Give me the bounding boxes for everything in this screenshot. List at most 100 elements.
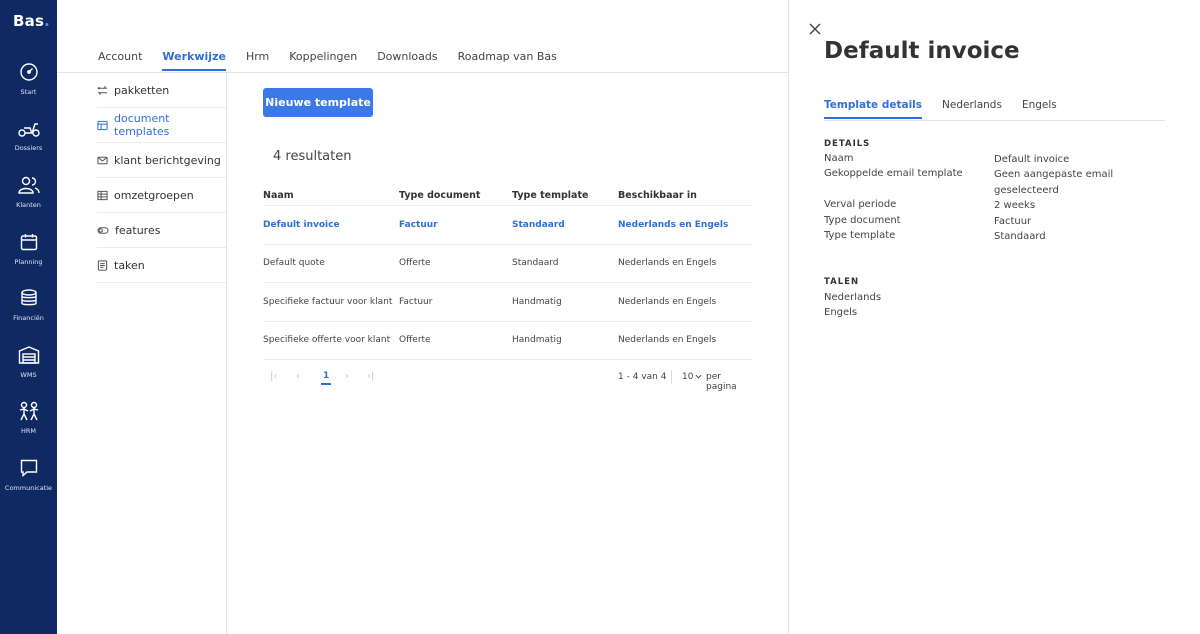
detail-value: 2 weeks	[994, 200, 1036, 211]
table-cell: Default invoice	[263, 219, 340, 230]
chat-icon	[20, 459, 37, 478]
chevron-down-icon	[695, 374, 702, 379]
column-header-type-document[interactable]: Type document	[399, 190, 512, 201]
table-icon	[97, 190, 108, 200]
subnav-label: features	[115, 223, 161, 237]
tab-nederlands[interactable]: Nederlands	[942, 99, 1002, 119]
subnav-label: document templates	[114, 112, 170, 138]
language-item: Engels	[824, 307, 858, 318]
table-cell: Standaard	[512, 258, 559, 269]
column-header-beschikbaar-in[interactable]: Beschikbaar in	[618, 190, 752, 201]
rail-item-dossiers[interactable]: Dossiers	[0, 118, 57, 152]
rail-item-wms[interactable]: WMS	[0, 345, 57, 379]
app-logo[interactable]: Bas.	[13, 12, 50, 30]
checklist-icon	[97, 259, 108, 271]
table-cell: Factuur	[399, 219, 438, 230]
tab-werkwijze[interactable]: Werkwijze	[162, 50, 226, 71]
languages-heading: TALEN	[824, 277, 860, 287]
detail-value: Geen aangepaste email geselecteerd	[994, 169, 1114, 196]
tab-template-details[interactable]: Template details	[824, 99, 923, 119]
subnav-item-features[interactable]: features	[97, 213, 226, 248]
panel-divider	[788, 0, 789, 634]
table-row[interactable]: Default quote Offerte Standaard Nederlan…	[263, 245, 752, 283]
rail-label: WMS	[20, 371, 37, 379]
subnav-label: taken	[114, 258, 145, 272]
table-cell: Nederlands en Engels	[618, 219, 729, 230]
tab-downloads[interactable]: Downloads	[377, 50, 437, 71]
rail-label: Financiën	[13, 314, 44, 322]
close-icon[interactable]	[808, 22, 822, 36]
subnav-item-omzetgroepen[interactable]: omzetgroepen	[97, 178, 226, 213]
toggle-icon	[97, 226, 109, 234]
tab-engels[interactable]: Engels	[1022, 99, 1057, 119]
rail-item-communicatie[interactable]: Communicatie	[0, 458, 57, 492]
rail-label: Start	[20, 88, 37, 96]
subnav-item-document-templates[interactable]: document templates	[97, 108, 226, 143]
table-cell: Standaard	[512, 219, 565, 230]
calendar-icon	[20, 234, 37, 251]
people-icon	[19, 401, 38, 421]
table-cell: Nederlands en Engels	[618, 335, 717, 346]
rail-label: Klanten	[16, 201, 41, 209]
detail-label: Type document	[824, 215, 901, 226]
pagination: |‹ ‹ 1 › ›| 1 - 4 van 4 10 per pagina	[263, 368, 752, 392]
rail-item-hrm[interactable]: HRM	[0, 401, 57, 435]
first-page-icon[interactable]: |‹	[270, 371, 277, 382]
rail-item-planning[interactable]: Planning	[0, 232, 57, 266]
detail-value: Default invoice	[994, 154, 1070, 165]
tab-koppelingen[interactable]: Koppelingen	[289, 50, 357, 71]
sub-navigation: pakketten document templates klant beric…	[97, 73, 226, 283]
table-cell: Nederlands en Engels	[618, 258, 717, 269]
new-template-button[interactable]: Nieuwe template	[263, 88, 373, 117]
table-cell: Specifieke offerte voor klant	[263, 335, 391, 346]
per-page-value: 10	[682, 372, 694, 382]
subnav-label: omzetgroepen	[114, 188, 194, 202]
coins-icon	[20, 289, 37, 306]
table-cell: Handmatig	[512, 335, 562, 346]
subnav-label: klant berichtgeving	[114, 153, 221, 167]
language-item: Nederlands	[824, 292, 882, 303]
table-cell: Offerte	[399, 335, 431, 346]
panel-tabs: Template details Nederlands Engels	[824, 99, 1077, 119]
subnav-item-pakketten[interactable]: pakketten	[97, 73, 226, 108]
details-heading: DETAILS	[824, 139, 871, 149]
users-icon	[17, 176, 40, 194]
table-row[interactable]: Specifieke factuur voor klant Factuur Ha…	[263, 283, 752, 322]
rail-label: Planning	[14, 258, 43, 266]
table-cell: Default quote	[263, 258, 325, 269]
panel-title: Default invoice	[824, 38, 1020, 64]
rail-item-start[interactable]: Start	[0, 62, 57, 96]
tab-hrm[interactable]: Hrm	[246, 50, 269, 71]
table-row[interactable]: Default invoice Factuur Standaard Nederl…	[263, 206, 752, 245]
subnav-item-taken[interactable]: taken	[97, 248, 226, 283]
detail-value: Standaard	[994, 231, 1046, 242]
results-count: 4 resultaten	[273, 149, 352, 164]
rail-label: Dossiers	[14, 144, 43, 152]
settings-tabs: Account Werkwijze Hrm Koppelingen Downlo…	[98, 50, 577, 71]
gauge-icon	[19, 63, 38, 81]
per-page-select[interactable]: 10	[682, 372, 702, 382]
last-page-icon[interactable]: ›|	[367, 371, 374, 382]
rail-item-financien[interactable]: Financiën	[0, 288, 57, 322]
subnav-label: pakketten	[114, 83, 170, 97]
tab-account[interactable]: Account	[98, 50, 142, 71]
page-number-current[interactable]: 1	[321, 371, 332, 385]
column-divider	[226, 73, 227, 634]
table-cell: Offerte	[399, 258, 431, 269]
next-page-icon[interactable]: ›	[345, 371, 349, 382]
table-cell: Handmatig	[512, 296, 562, 307]
mail-icon	[97, 156, 108, 164]
detail-label: Gekoppelde email template	[824, 168, 963, 179]
logo-text: Bas	[13, 12, 45, 30]
rail-item-klanten[interactable]: Klanten	[0, 175, 57, 209]
table-cell: Factuur	[399, 296, 433, 307]
table-row[interactable]: Specifieke offerte voor klant Offerte Ha…	[263, 322, 752, 360]
table-header: Naam Type document Type template Beschik…	[263, 186, 752, 206]
scooter-icon	[17, 123, 40, 137]
previous-page-icon[interactable]: ‹	[296, 371, 300, 382]
column-header-type-template[interactable]: Type template	[512, 190, 618, 201]
tab-roadmap[interactable]: Roadmap van Bas	[458, 50, 557, 71]
column-header-naam[interactable]: Naam	[263, 190, 399, 201]
detail-label: Verval periode	[824, 199, 897, 210]
subnav-item-klant-berichtgeving[interactable]: klant berichtgeving	[97, 143, 226, 178]
